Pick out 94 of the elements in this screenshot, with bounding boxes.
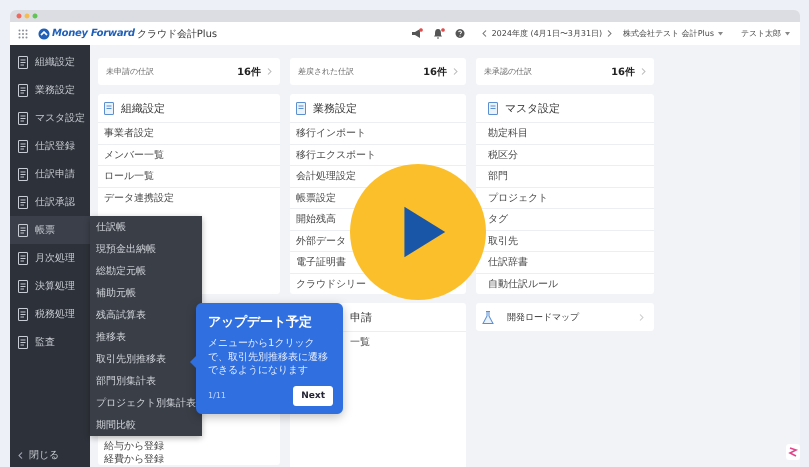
logo-icon (38, 28, 50, 40)
document-icon (18, 224, 30, 236)
sidebar-item[interactable]: マスタ設定 (10, 104, 90, 132)
document-icon (18, 196, 30, 208)
flask-icon (482, 310, 494, 324)
sidebar-item[interactable]: 仕訳登録 (10, 132, 90, 160)
summary-card[interactable]: 未承認の仕訳 16件 (476, 58, 654, 85)
chevron-left-icon (482, 30, 487, 37)
card-title: 業務設定 (313, 100, 357, 116)
document-icon (18, 140, 30, 152)
summary-count: 16件 (423, 66, 447, 78)
app-badge-icon (786, 444, 800, 460)
help-icon[interactable] (454, 28, 467, 39)
settings-link[interactable]: 事業者設定 (104, 126, 154, 140)
summary-label: 差戻された仕訳 (298, 66, 355, 77)
settings-link[interactable]: データ連携設定 (104, 190, 174, 205)
caret-icon (718, 32, 723, 36)
card-title: 開発ロードマップ (507, 311, 580, 324)
document-icon (18, 280, 30, 292)
settings-link[interactable]: 自動仕訳ルール (488, 276, 558, 291)
sidebar-item[interactable]: 仕訳申請 (10, 160, 90, 188)
settings-link[interactable]: 移行インポート (296, 126, 366, 140)
popup-title: アップデート予定 (208, 314, 313, 331)
settings-link[interactable]: 帳票設定 (296, 190, 336, 205)
sidebar-item[interactable]: 税務処理 (10, 300, 90, 328)
settings-link[interactable]: 取引先 (488, 234, 518, 248)
settings-link[interactable]: メンバー一覧 (104, 148, 164, 162)
document-icon (296, 102, 308, 114)
settings-link[interactable]: 給与から登録 (104, 438, 164, 452)
sidebar-item[interactable]: 仕訳承認 (10, 188, 90, 216)
sidebar-item[interactable]: 監査 (10, 328, 90, 356)
settings-link[interactable]: 会計処理設定 (296, 169, 356, 184)
user-menu[interactable]: テスト太郎 (741, 28, 781, 39)
caret-icon (785, 32, 790, 36)
settings-link[interactable]: 一覧 (350, 335, 370, 350)
chevron-left-icon (18, 452, 23, 458)
app-grid-icon (18, 28, 28, 38)
logo-text: Money Forward (52, 28, 135, 39)
settings-link[interactable]: 税区分 (488, 148, 518, 162)
fiscal-period[interactable]: 2024年度 (4月1日〜3月31日) (492, 28, 602, 39)
submenu-item[interactable]: 現預金出納帳 (90, 238, 202, 260)
settings-link[interactable]: ロール一覧 (104, 169, 154, 184)
sidebar-item[interactable]: 月次処理 (10, 244, 90, 272)
chevron-right-icon (267, 68, 272, 75)
settings-link[interactable]: 仕訳辞書 (488, 255, 528, 270)
settings-link[interactable]: 部門 (488, 169, 508, 184)
chevron-right-icon (607, 30, 612, 37)
chevron-right-icon (639, 314, 644, 320)
page-counter: 1/11 (208, 391, 226, 400)
company-menu[interactable]: 株式会社テスト 会計Plus (623, 28, 714, 39)
summary-count: 16件 (611, 66, 635, 78)
document-icon (104, 102, 116, 114)
document-icon (18, 168, 30, 180)
summary-card[interactable]: 差戻された仕訳 16件 (290, 58, 466, 85)
chevron-right-icon (641, 68, 646, 75)
card-title: マスタ設定 (505, 100, 560, 116)
settings-link[interactable]: 経費から登録 (104, 452, 164, 466)
summary-card[interactable]: 未申請の仕訳 16件 (98, 58, 280, 85)
sidebar-item[interactable]: 決算処理 (10, 272, 90, 300)
document-icon (18, 56, 30, 68)
settings-link[interactable]: 開始残高 (296, 212, 336, 226)
settings-link[interactable]: プロジェクト (488, 190, 548, 205)
chevron-right-icon (453, 68, 458, 75)
document-icon (488, 102, 500, 114)
product-name: クラウド会計Plus (136, 28, 218, 40)
settings-link[interactable]: 外部データ (296, 234, 346, 248)
summary-label: 未申請の仕訳 (106, 66, 155, 77)
sidebar-item[interactable]: 帳票 (10, 216, 90, 244)
settings-link[interactable]: クラウドシリー (296, 276, 366, 291)
megaphone-icon[interactable] (410, 28, 423, 39)
settings-link[interactable]: 移行エクスポート (296, 148, 376, 162)
bell-icon[interactable] (432, 28, 445, 39)
settings-link[interactable]: タグ (488, 212, 508, 226)
settings-link[interactable]: 勘定科目 (488, 126, 528, 140)
submenu-item[interactable]: 仕訳帳 (90, 216, 202, 238)
settings-link[interactable]: 電子証明書 (296, 255, 346, 270)
submenu-item[interactable]: 補助元帳 (90, 282, 202, 304)
card-title: 申請 (350, 310, 372, 324)
summary-label: 未承認の仕訳 (484, 66, 533, 77)
document-icon (18, 336, 30, 348)
sidebar-item[interactable]: 業務設定 (10, 76, 90, 104)
document-icon (18, 84, 30, 96)
document-icon (18, 308, 30, 320)
next-button[interactable]: Next (293, 386, 333, 406)
submenu-item[interactable]: 総勘定元帳 (90, 260, 202, 282)
document-icon (18, 252, 30, 264)
submenu-item[interactable]: 期間比較 (90, 414, 202, 436)
document-icon (18, 112, 30, 124)
sidebar-item[interactable]: 組織設定 (10, 48, 90, 76)
collapse-button[interactable]: 閉じる (10, 443, 90, 467)
popup-text: メニューから1クリックで、取引先別推移表に遷移できるようになります (208, 337, 329, 378)
roadmap-card[interactable]: 開発ロードマップ (476, 303, 654, 331)
summary-count: 16件 (237, 66, 261, 78)
card-title: 組織設定 (121, 100, 165, 116)
